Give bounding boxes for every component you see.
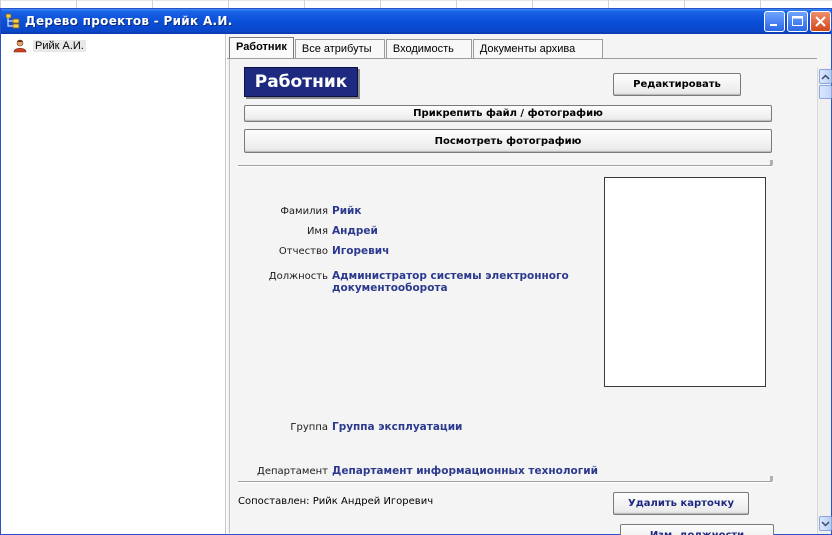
view-photo-button[interactable]: Посмотреть фотографию bbox=[244, 129, 772, 153]
edit-button[interactable]: Редактировать bbox=[613, 73, 741, 96]
name-value: Андрей bbox=[332, 225, 378, 237]
surname-value: Рийк bbox=[332, 205, 362, 217]
divider-grip bbox=[770, 160, 773, 165]
group-label: Группа bbox=[290, 422, 328, 433]
minimize-icon bbox=[770, 24, 777, 26]
delete-card-button[interactable]: Удалить карточку bbox=[613, 492, 749, 515]
divider bbox=[238, 165, 772, 167]
maximize-icon bbox=[792, 16, 803, 26]
scroll-thumb[interactable] bbox=[819, 85, 832, 99]
employee-card: Работник Редактировать Прикрепить файл /… bbox=[229, 59, 815, 535]
position-label: Должность bbox=[268, 271, 328, 282]
vertical-scrollbar[interactable] bbox=[817, 68, 832, 534]
scroll-down-button[interactable] bbox=[819, 516, 832, 531]
project-tree-icon bbox=[5, 13, 20, 29]
tab-membership[interactable]: Входимость bbox=[385, 39, 472, 58]
user-icon bbox=[13, 39, 27, 53]
attach-file-button[interactable]: Прикрепить файл / фотографию bbox=[244, 105, 772, 122]
name-label: Имя bbox=[306, 226, 328, 237]
tab-archive-documents[interactable]: Документы архива bbox=[472, 39, 603, 58]
surname-label: Фамилия bbox=[280, 206, 328, 217]
divider bbox=[238, 481, 772, 483]
app-window: Дерево проектов - Рийк А.И. Рийк А.И. Ра… bbox=[0, 8, 832, 535]
divider-grip bbox=[770, 476, 773, 481]
scroll-up-button[interactable] bbox=[819, 69, 832, 84]
position-value: Администратор системы электронного докум… bbox=[332, 270, 569, 294]
tab-all-attributes[interactable]: Все атрибуты bbox=[294, 39, 385, 58]
tree-item-employee[interactable]: Рийк А.И. bbox=[13, 38, 86, 54]
card-heading: Работник bbox=[244, 67, 358, 97]
tree-item-label: Рийк А.И. bbox=[33, 40, 86, 52]
project-tree: Рийк А.И. bbox=[1, 34, 226, 534]
chevron-down-icon bbox=[821, 520, 830, 527]
tab-employee[interactable]: Работник bbox=[229, 37, 294, 58]
maximize-button[interactable] bbox=[787, 11, 808, 32]
title-bar[interactable]: Дерево проектов - Рийк А.И. bbox=[1, 9, 831, 34]
photo-frame bbox=[604, 177, 766, 387]
minimize-button[interactable] bbox=[764, 11, 785, 32]
window-title: Дерево проектов - Рийк А.И. bbox=[25, 14, 233, 28]
close-icon bbox=[815, 16, 826, 27]
change-position-button[interactable]: Изм. должности bbox=[620, 524, 774, 535]
details-panel: Работник Все атрибуты Входимость Докумен… bbox=[227, 34, 832, 535]
tab-strip: Работник Все атрибуты Входимость Докумен… bbox=[229, 37, 604, 58]
patronymic-value: Игоревич bbox=[332, 245, 390, 257]
matched-person: Сопоставлен: Рийк Андрей Игоревич bbox=[238, 496, 434, 507]
patronymic-label: Отчество bbox=[278, 246, 328, 257]
department-value: Департамент информационных технологий bbox=[332, 465, 598, 477]
group-value: Группа эксплуатации bbox=[332, 421, 463, 433]
close-button[interactable] bbox=[810, 11, 831, 32]
chevron-up-icon bbox=[821, 73, 830, 80]
department-label: Департамент bbox=[257, 466, 328, 477]
